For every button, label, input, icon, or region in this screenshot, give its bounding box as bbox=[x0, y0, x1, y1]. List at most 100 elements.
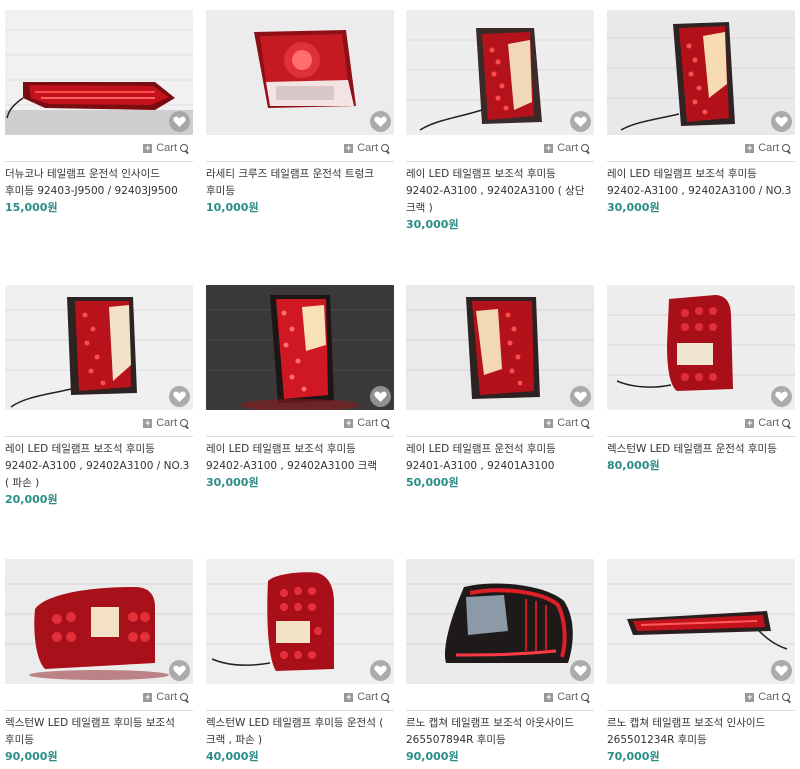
product-image[interactable] bbox=[5, 10, 193, 135]
cart-link[interactable]: + Cart bbox=[5, 135, 195, 161]
zoom-icon[interactable] bbox=[581, 143, 590, 153]
plus-icon: + bbox=[143, 142, 153, 153]
product-name[interactable]: 레이 LED 테일램프 보조석 후미등 92402-A3100 , 92402A… bbox=[406, 162, 592, 217]
cart-link[interactable]: + Cart bbox=[406, 684, 596, 710]
wishlist-heart-button[interactable] bbox=[370, 660, 391, 681]
product-card[interactable]: + Cart 레이 LED 테일램프 보조석 후미등 92402-A3100 ,… bbox=[5, 285, 195, 507]
product-name[interactable]: 레이 LED 테일램프 보조석 후미등 92402-A3100 , 92402A… bbox=[607, 162, 793, 200]
product-image[interactable] bbox=[406, 10, 594, 135]
zoom-icon[interactable] bbox=[782, 418, 791, 428]
zoom-icon[interactable] bbox=[381, 418, 390, 428]
heart-icon bbox=[173, 116, 186, 127]
zoom-icon[interactable] bbox=[381, 692, 390, 702]
cart-link[interactable]: + Cart bbox=[607, 684, 797, 710]
product-price: 50,000원 bbox=[406, 476, 459, 489]
product-name[interactable]: 르노 캡쳐 테일램프 보조석 인사이드 265501234R 후미등 bbox=[607, 711, 793, 749]
heart-icon bbox=[574, 116, 587, 127]
heart-icon bbox=[173, 665, 186, 676]
wishlist-heart-button[interactable] bbox=[169, 660, 190, 681]
wishlist-heart-button[interactable] bbox=[570, 386, 591, 407]
cart-link[interactable]: + Cart bbox=[406, 135, 596, 161]
zoom-icon[interactable] bbox=[581, 418, 590, 428]
product-card[interactable]: + Cart 르노 캡쳐 테일램프 보조석 인사이드 265501234R 후미… bbox=[607, 559, 797, 764]
product-price: 30,000원 bbox=[406, 218, 459, 231]
product-card[interactable]: + Cart 렉스턴W LED 테일램프 후미등 운전석 ( 크랙 , 파손 )… bbox=[206, 559, 396, 764]
product-grid: + Cart 더뉴코나 테일램프 운전석 인사이드 후미등 92403-J950… bbox=[0, 0, 800, 769]
product-image[interactable] bbox=[607, 559, 795, 684]
cart-label: Cart bbox=[557, 417, 578, 429]
taillamp-photo bbox=[406, 285, 594, 410]
wishlist-heart-button[interactable] bbox=[771, 111, 792, 132]
plus-icon: + bbox=[544, 691, 554, 702]
product-image[interactable] bbox=[5, 559, 193, 684]
product-image[interactable] bbox=[206, 559, 394, 684]
cart-link[interactable]: + Cart bbox=[607, 135, 797, 161]
zoom-icon[interactable] bbox=[782, 143, 791, 153]
taillamp-photo bbox=[607, 10, 795, 135]
product-card[interactable]: + Cart 레이 LED 테일램프 보조석 후미등 92402-A3100 ,… bbox=[206, 285, 396, 490]
plus-icon: + bbox=[344, 417, 354, 428]
product-price: 30,000원 bbox=[206, 476, 259, 489]
cart-link[interactable]: + Cart bbox=[206, 410, 396, 436]
zoom-icon[interactable] bbox=[180, 418, 189, 428]
product-name[interactable]: 렉스턴W LED 테일램프 후미등 운전석 ( 크랙 , 파손 ) bbox=[206, 711, 392, 749]
wishlist-heart-button[interactable] bbox=[169, 386, 190, 407]
product-price: 20,000원 bbox=[5, 493, 58, 506]
wishlist-heart-button[interactable] bbox=[771, 386, 792, 407]
cart-link[interactable]: + Cart bbox=[5, 684, 195, 710]
zoom-icon[interactable] bbox=[180, 143, 189, 153]
product-card[interactable]: + Cart 르노 캡쳐 테일램프 보조석 아웃사이드 265507894R 후… bbox=[406, 559, 596, 764]
product-card[interactable]: + Cart 라세티 크루즈 테일램프 운전석 트렁크 후미등 10,000원 bbox=[206, 10, 396, 215]
product-image[interactable] bbox=[607, 10, 795, 135]
product-image[interactable] bbox=[206, 10, 394, 135]
product-name[interactable]: 라세티 크루즈 테일램프 운전석 트렁크 후미등 bbox=[206, 162, 392, 200]
cart-link[interactable]: + Cart bbox=[406, 410, 596, 436]
heart-icon bbox=[374, 116, 387, 127]
product-image[interactable] bbox=[206, 285, 394, 410]
zoom-icon[interactable] bbox=[782, 692, 791, 702]
cart-label: Cart bbox=[357, 691, 378, 703]
product-card[interactable]: + Cart 레이 LED 테일램프 보조석 후미등 92402-A3100 ,… bbox=[406, 10, 596, 232]
wishlist-heart-button[interactable] bbox=[169, 111, 190, 132]
cart-link[interactable]: + Cart bbox=[206, 135, 396, 161]
product-image[interactable] bbox=[406, 559, 594, 684]
product-price: 90,000원 bbox=[406, 750, 459, 763]
product-card[interactable]: + Cart 레이 LED 테일램프 보조석 후미등 92402-A3100 ,… bbox=[607, 10, 797, 215]
product-image[interactable] bbox=[406, 285, 594, 410]
product-card[interactable]: + Cart 렉스턴W LED 테일램프 운전석 후미등 80,000원 bbox=[607, 285, 797, 473]
product-name[interactable]: 더뉴코나 테일램프 운전석 인사이드 후미등 92403-J9500 / 924… bbox=[5, 162, 191, 200]
heart-icon bbox=[775, 391, 788, 402]
cart-link[interactable]: + Cart bbox=[5, 410, 195, 436]
taillamp-photo bbox=[206, 285, 394, 410]
taillamp-photo bbox=[206, 10, 394, 135]
plus-icon: + bbox=[544, 417, 554, 428]
cart-label: Cart bbox=[758, 142, 779, 154]
taillamp-photo bbox=[206, 559, 394, 684]
zoom-icon[interactable] bbox=[381, 143, 390, 153]
product-price: 90,000원 bbox=[5, 750, 58, 763]
wishlist-heart-button[interactable] bbox=[570, 660, 591, 681]
wishlist-heart-button[interactable] bbox=[370, 111, 391, 132]
product-price: 70,000원 bbox=[607, 750, 660, 763]
cart-label: Cart bbox=[557, 691, 578, 703]
product-name[interactable]: 레이 LED 테일램프 운전석 후미등 92401-A3100 , 92401A… bbox=[406, 437, 592, 475]
wishlist-heart-button[interactable] bbox=[370, 386, 391, 407]
cart-link[interactable]: + Cart bbox=[206, 684, 396, 710]
product-image[interactable] bbox=[607, 285, 795, 410]
product-name[interactable]: 렉스턴W LED 테일램프 운전석 후미등 bbox=[607, 437, 793, 458]
product-image[interactable] bbox=[5, 285, 193, 410]
cart-link[interactable]: + Cart bbox=[607, 410, 797, 436]
product-name[interactable]: 르노 캡쳐 테일램프 보조석 아웃사이드 265507894R 후미등 bbox=[406, 711, 592, 749]
product-name[interactable]: 렉스턴W LED 테일램프 후미등 보조석 후미등 bbox=[5, 711, 191, 749]
product-name[interactable]: 레이 LED 테일램프 보조석 후미등 92402-A3100 , 92402A… bbox=[5, 437, 191, 492]
product-name[interactable]: 레이 LED 테일램프 보조석 후미등 92402-A3100 , 92402A… bbox=[206, 437, 392, 475]
zoom-icon[interactable] bbox=[581, 692, 590, 702]
product-card[interactable]: + Cart 렉스턴W LED 테일램프 후미등 보조석 후미등 90,000원 bbox=[5, 559, 195, 764]
product-card[interactable]: + Cart 레이 LED 테일램프 운전석 후미등 92401-A3100 ,… bbox=[406, 285, 596, 490]
plus-icon: + bbox=[344, 142, 354, 153]
plus-icon: + bbox=[745, 691, 755, 702]
zoom-icon[interactable] bbox=[180, 692, 189, 702]
product-card[interactable]: + Cart 더뉴코나 테일램프 운전석 인사이드 후미등 92403-J950… bbox=[5, 10, 195, 215]
wishlist-heart-button[interactable] bbox=[570, 111, 591, 132]
wishlist-heart-button[interactable] bbox=[771, 660, 792, 681]
